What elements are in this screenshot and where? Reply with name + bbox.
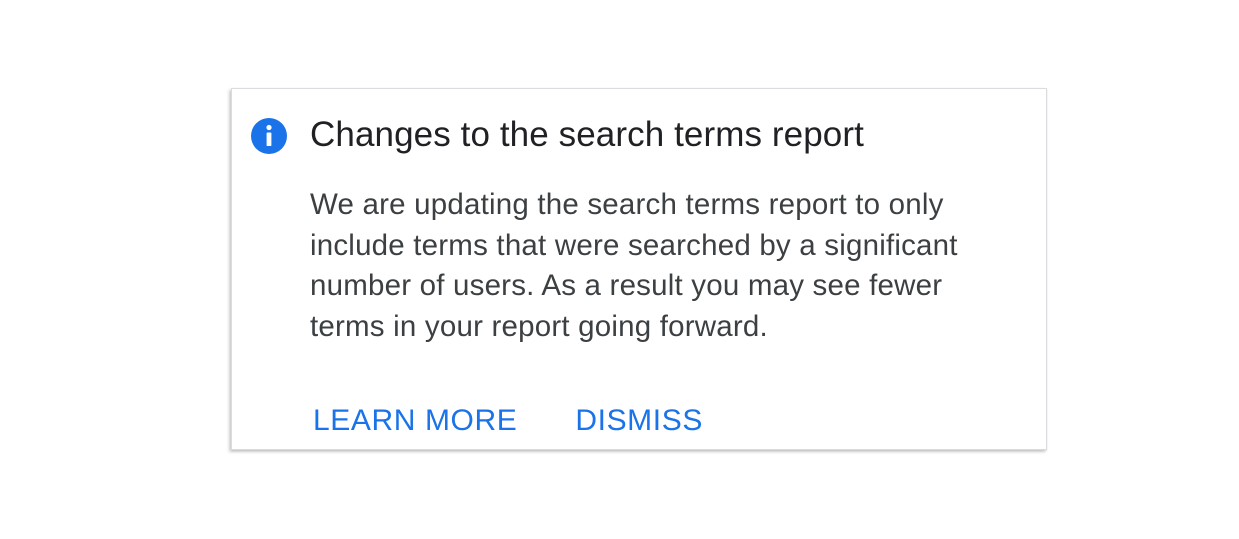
notice-actions: LEARN MORE DISMISS bbox=[313, 401, 703, 441]
notice-title: Changes to the search terms report bbox=[310, 115, 864, 154]
notice-body-line: number of users. As a result you may see… bbox=[310, 269, 943, 302]
notice-body-line: include terms that were searched by a si… bbox=[310, 228, 958, 262]
notice-body-line: terms in your report going forward. bbox=[310, 309, 768, 343]
notice-card: Changes to the search terms report We ar… bbox=[231, 88, 1047, 450]
info-icon bbox=[250, 117, 288, 155]
notice-body: We are updating the search terms report … bbox=[310, 185, 1050, 347]
learn-more-button[interactable]: LEARN MORE bbox=[313, 401, 517, 441]
page: Changes to the search terms report We ar… bbox=[0, 0, 1239, 539]
notice-body-line: We are updating the search terms report … bbox=[310, 188, 944, 221]
dismiss-button[interactable]: DISMISS bbox=[575, 401, 703, 441]
